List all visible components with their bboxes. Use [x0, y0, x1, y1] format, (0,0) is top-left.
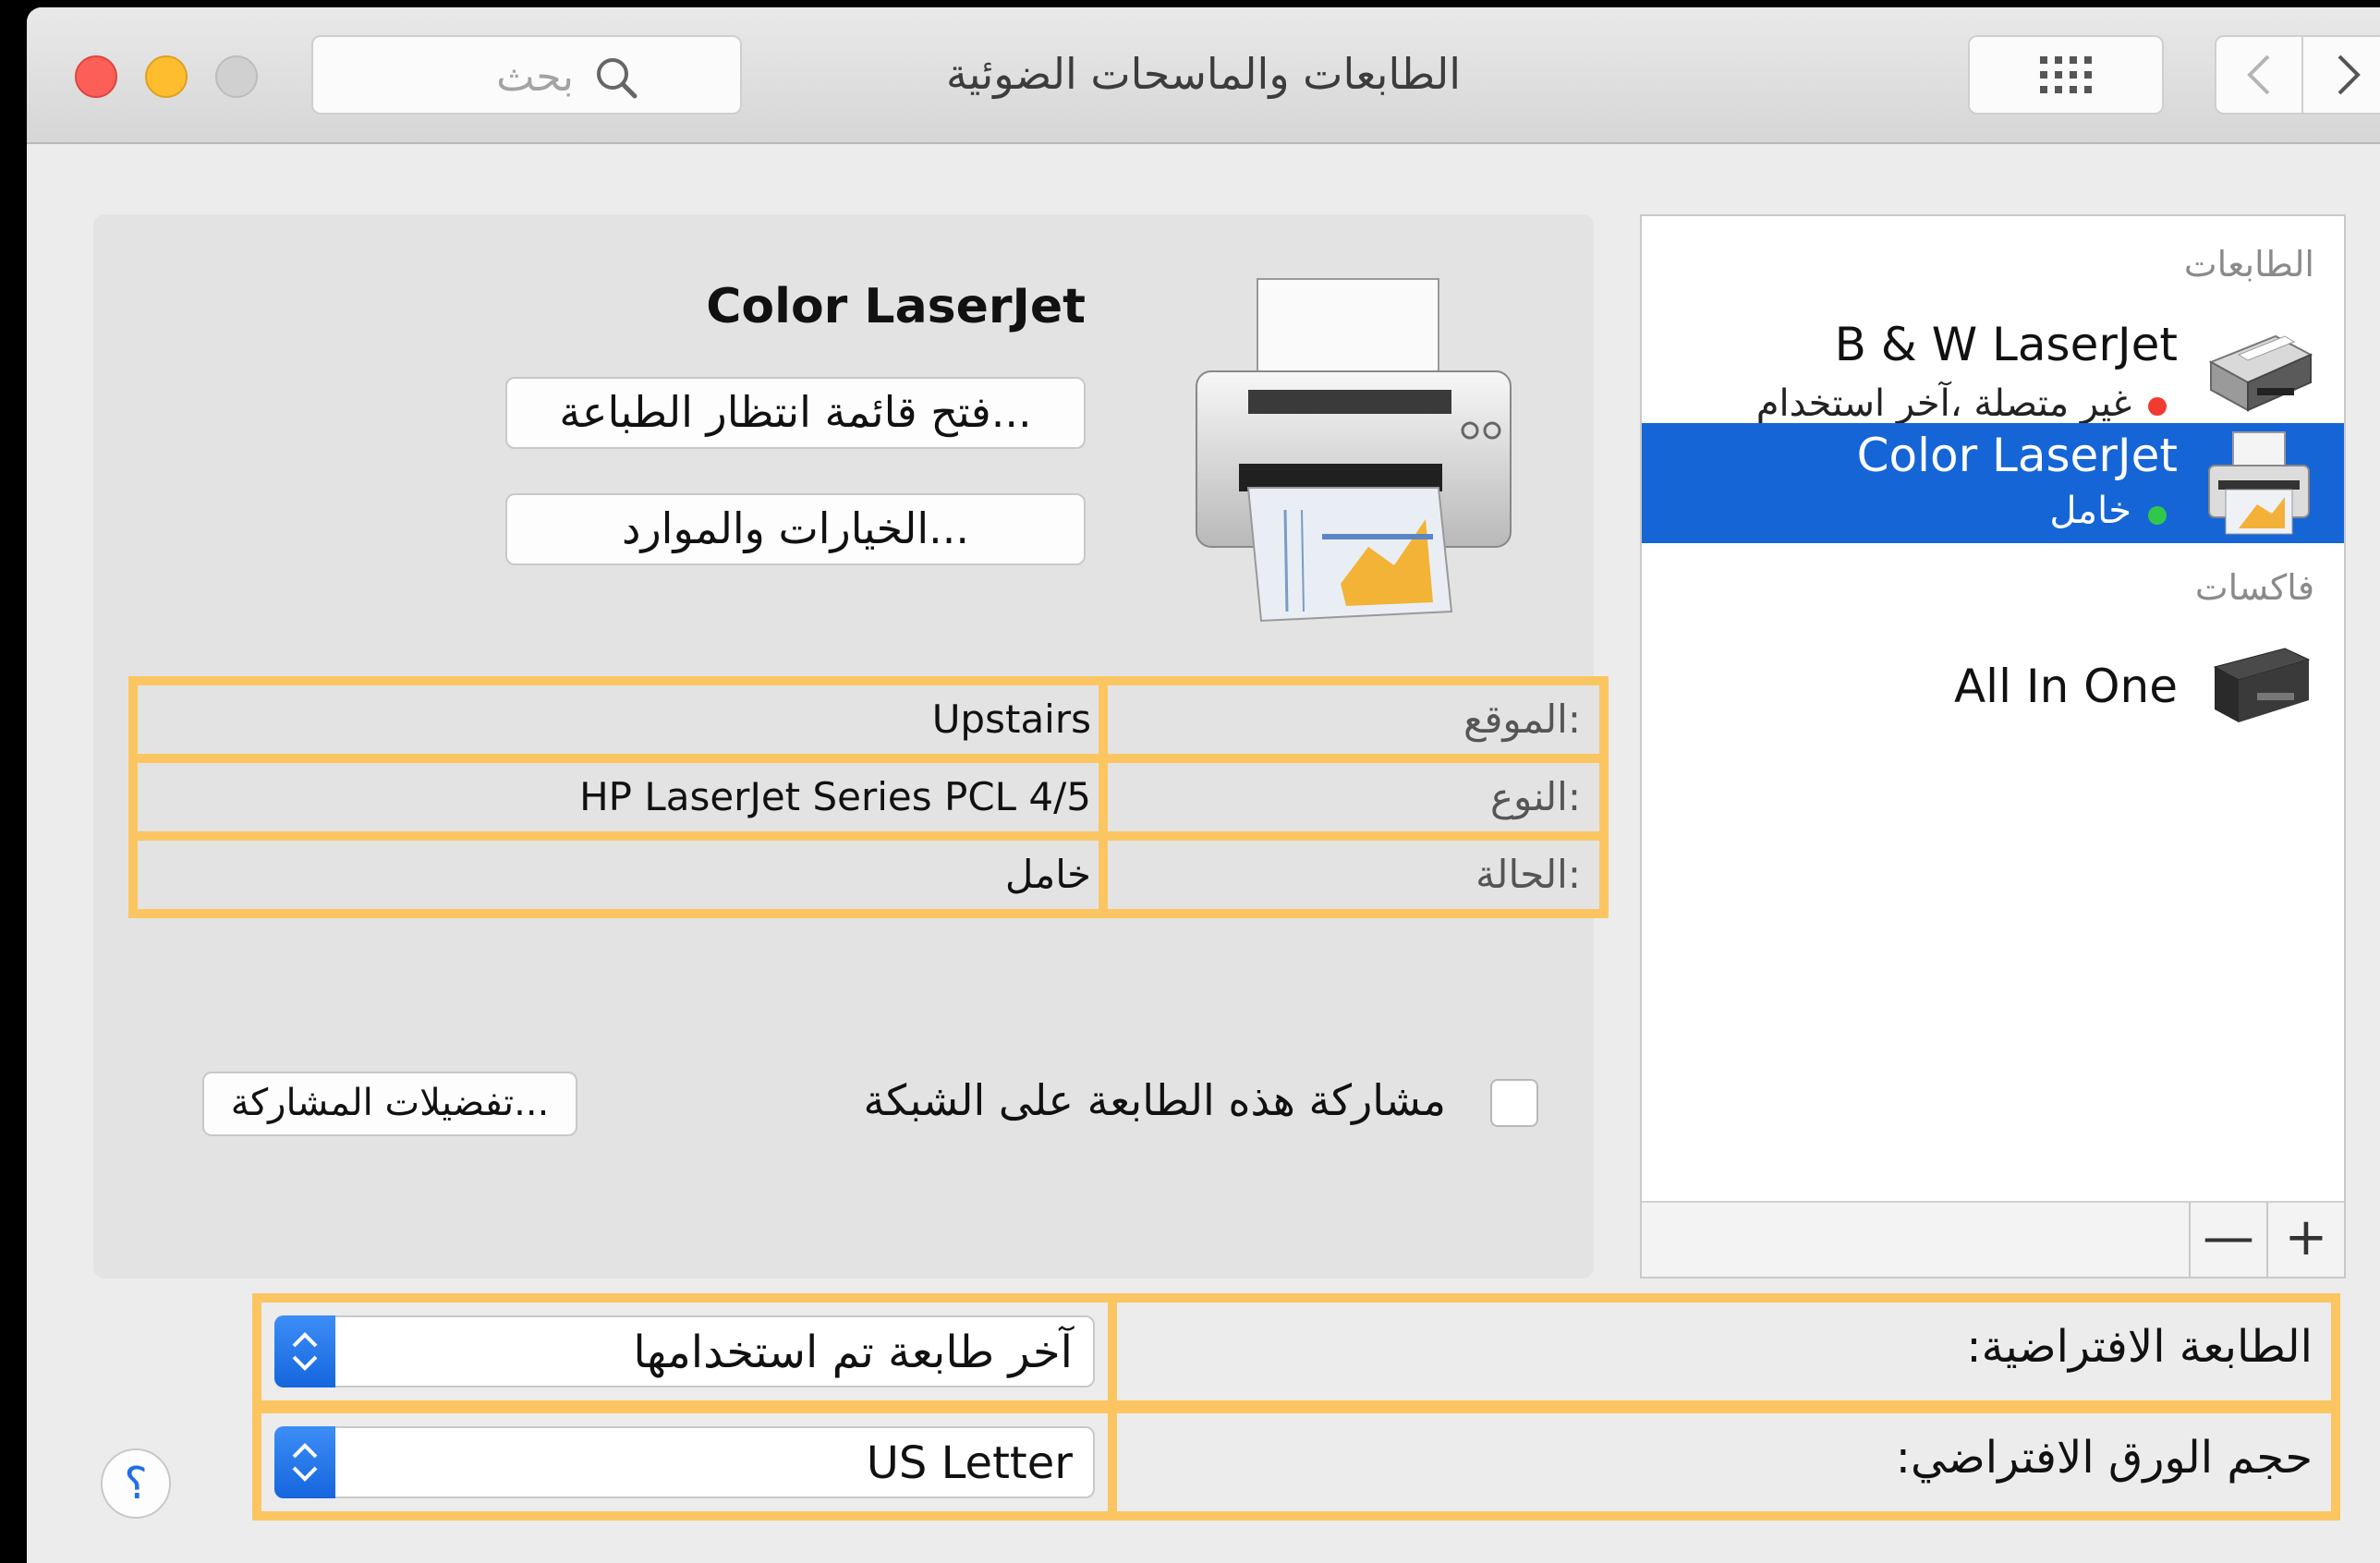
grid-icon	[2040, 56, 2092, 93]
printer-color-icon	[2208, 431, 2310, 535]
printer-name: Color LaserJet	[1856, 429, 2178, 482]
row-divider	[1108, 1413, 1117, 1511]
printer-item-bw-laserjet[interactable]: B & W LaserJet غير متصلة ،آخر استخدام	[1642, 309, 2344, 429]
printer-status: خامل	[2049, 490, 2131, 532]
printer-item-color-laserjet[interactable]: Color LaserJet خامل	[1642, 423, 2344, 543]
forward-button[interactable]	[2303, 35, 2380, 115]
printer-status: غير متصلة ،آخر استخدام	[1755, 382, 2131, 425]
kind-value: HP LaserJet Series PCL 4/5	[579, 774, 1091, 819]
location-label: الموقع:	[1463, 697, 1581, 742]
back-button[interactable]	[2215, 35, 2303, 115]
popup-arrows	[274, 1315, 335, 1387]
printers-scanners-window: بحث الطابعات والماسحات الضوئية الطابعات …	[27, 7, 2380, 1563]
default-printer-row: آخر طابعة تم استخدامها الطابعة الافتراضي…	[252, 1293, 2340, 1410]
status-label: الحالة:	[1475, 852, 1581, 897]
kind-label: النوع:	[1489, 774, 1581, 819]
kind-row: النوع: HP LaserJet Series PCL 4/5	[128, 754, 1609, 841]
default-printer-value: آخر طابعة تم استخدامها	[633, 1327, 1073, 1378]
help-button[interactable]: ؟	[101, 1448, 171, 1519]
idle-status-dot	[2148, 506, 2167, 525]
large-printer-icon	[1196, 278, 1512, 623]
status-value: خامل	[1004, 852, 1091, 897]
share-printer-label: مشاركة هذه الطابعة على الشبكة	[863, 1075, 1446, 1125]
printer-list: الطابعات B & W LaserJet غير متصلة ،آخر ا…	[1640, 214, 2346, 1278]
default-paper-size-label: حجم الورق الافتراضي:	[1895, 1432, 2313, 1484]
row-divider	[1099, 685, 1108, 754]
up-down-chevron-icon	[292, 1443, 318, 1482]
printer-name: B & W LaserJet	[1834, 318, 2178, 371]
default-printer-label: الطابعة الافتراضية:	[1966, 1321, 2313, 1373]
location-value: Upstairs	[931, 697, 1091, 742]
row-divider	[1099, 841, 1108, 909]
printers-section-header: الطابعات	[2183, 244, 2314, 285]
fax-item-all-in-one[interactable]: All In One	[1642, 632, 2344, 743]
sharing-preferences-button[interactable]: تفضيلات المشاركة...	[202, 1072, 577, 1136]
up-down-chevron-icon	[292, 1332, 318, 1371]
default-printer-popup[interactable]: آخر طابعة تم استخدامها	[274, 1315, 1095, 1387]
default-paper-size-row: US Letter حجم الورق الافتراضي:	[252, 1404, 2340, 1521]
title-bar: بحث الطابعات والماسحات الضوئية	[27, 7, 2380, 144]
printer-bw-icon	[2208, 334, 2313, 412]
share-printer-checkbox[interactable]	[1490, 1079, 1538, 1127]
row-divider	[1108, 1302, 1117, 1400]
selected-printer-name: Color LaserJet	[706, 279, 1086, 334]
options-supplies-button[interactable]: الخيارات والموارد...	[505, 493, 1086, 565]
open-print-queue-button[interactable]: فتح قائمة انتظار الطباعة...	[505, 377, 1086, 449]
popup-arrows	[274, 1426, 335, 1498]
remove-printer-button[interactable]: —	[2189, 1203, 2266, 1277]
add-printer-button[interactable]: +	[2266, 1203, 2344, 1277]
fax-name: All In One	[1953, 660, 2178, 713]
fax-machine-icon	[2213, 648, 2311, 722]
location-row: الموقع: Upstairs	[128, 676, 1609, 763]
show-all-button[interactable]	[1968, 35, 2164, 115]
faxes-section-header: فاكسات	[2194, 567, 2314, 608]
default-paper-size-popup[interactable]: US Letter	[274, 1426, 1095, 1498]
chevron-left-icon	[2247, 55, 2270, 95]
default-paper-size-value: US Letter	[866, 1437, 1073, 1489]
row-divider	[1099, 763, 1108, 831]
printer-detail-panel: Color LaserJet فتح قائمة انتظار الطباعة.…	[93, 214, 1609, 1278]
printer-list-footer: + —	[1642, 1201, 2344, 1277]
chevron-right-icon	[2338, 55, 2361, 95]
offline-status-dot	[2148, 397, 2167, 416]
status-row: الحالة: خامل	[128, 831, 1609, 918]
